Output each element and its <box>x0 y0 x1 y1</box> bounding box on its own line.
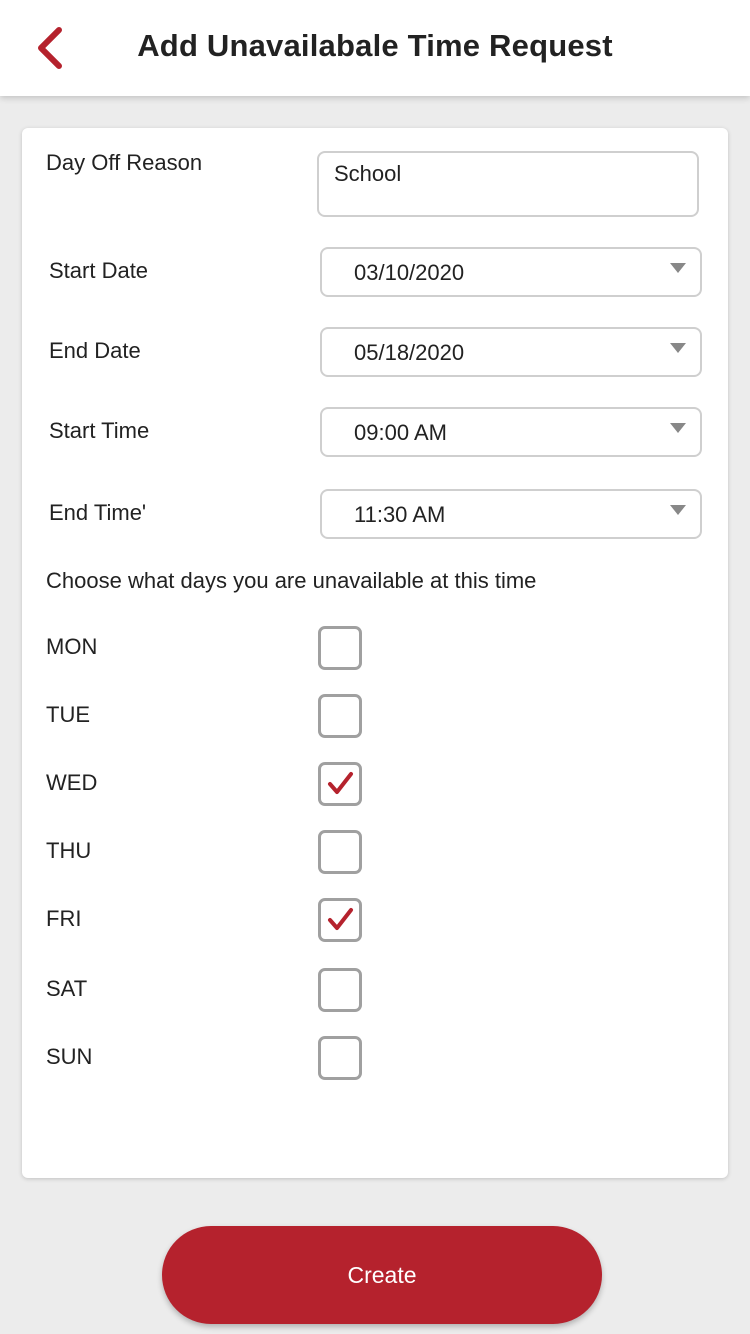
checkbox-thu[interactable] <box>318 830 362 874</box>
end-time-select[interactable]: 11:30 AM <box>320 489 702 539</box>
day-label-sat: SAT <box>46 976 88 1001</box>
day-label-mon: MON <box>46 634 98 659</box>
start-time-value: 09:00 AM <box>354 420 447 445</box>
request-form-card: Day Off Reason School Start Date 03/10/2… <box>22 128 728 1178</box>
checkbox-sun[interactable] <box>318 1036 362 1080</box>
start-time-select[interactable]: 09:00 AM <box>320 407 702 457</box>
day-label-fri: FRI <box>46 906 82 931</box>
dropdown-arrow-icon <box>670 263 686 273</box>
end-date-value: 05/18/2020 <box>354 340 465 365</box>
checkmark-icon <box>328 772 353 794</box>
create-button[interactable]: Create <box>162 1226 602 1324</box>
start-date-select[interactable]: 03/10/2020 <box>320 247 702 297</box>
page-title: Add Unavailabale Time Request <box>137 28 613 63</box>
reason-label: Day Off Reason <box>46 150 203 175</box>
reason-input[interactable]: School <box>317 151 699 217</box>
end-time-value: 11:30 AM <box>354 502 446 527</box>
day-label-sun: SUN <box>46 1044 93 1069</box>
day-label-wed: WED <box>46 770 98 795</box>
end-time-label: End Time' <box>49 500 147 525</box>
end-date-label: End Date <box>49 338 141 363</box>
checkbox-tue[interactable] <box>318 694 362 738</box>
day-label-thu: THU <box>46 838 92 863</box>
checkbox-sat[interactable] <box>318 968 362 1012</box>
checkbox-fri[interactable] <box>318 898 362 942</box>
dropdown-arrow-icon <box>670 505 686 515</box>
start-date-value: 03/10/2020 <box>354 260 465 285</box>
checkmark-icon <box>328 908 353 930</box>
end-date-select[interactable]: 05/18/2020 <box>320 327 702 377</box>
app-header: Add Unavailabale Time Request <box>0 0 750 96</box>
start-time-label: Start Time <box>49 418 150 443</box>
checkbox-wed[interactable] <box>318 762 362 806</box>
days-instruction: Choose what days you are unavailable at … <box>46 568 537 593</box>
dropdown-arrow-icon <box>670 423 686 433</box>
dropdown-arrow-icon <box>670 343 686 353</box>
checkbox-mon[interactable] <box>318 626 362 670</box>
day-label-tue: TUE <box>46 702 90 727</box>
start-date-label: Start Date <box>49 258 149 283</box>
